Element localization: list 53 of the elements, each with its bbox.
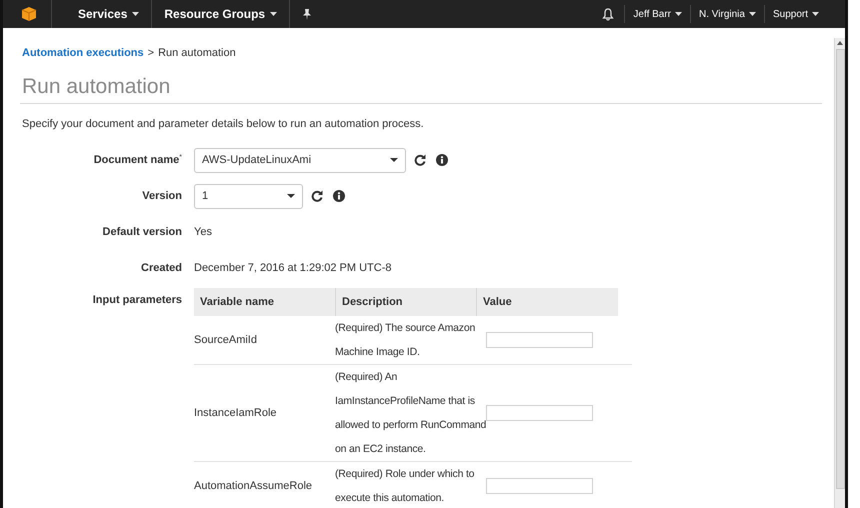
info-icon[interactable] (436, 154, 448, 166)
breadcrumb-separator: > (148, 46, 154, 61)
description-line: IamInstanceProfileName that is (335, 394, 475, 409)
scroll-up-icon[interactable] (837, 41, 843, 45)
info-icon[interactable] (333, 190, 345, 202)
support-menu[interactable]: Support (764, 5, 827, 23)
description-line: (Required) Role under which to (335, 467, 474, 482)
description-line: (Required) An (335, 370, 398, 385)
region-menu[interactable]: N. Virginia (691, 5, 765, 23)
description-line: execute this automation. (335, 491, 444, 506)
value-input[interactable] (486, 405, 593, 421)
user-menu[interactable]: Jeff Barr (625, 5, 692, 23)
description-line: (Required) The source Amazon (335, 321, 476, 336)
description-line: Machine Image ID. (335, 345, 420, 360)
column-header: Value (483, 294, 512, 310)
column-header: Variable name (200, 294, 274, 310)
caret-icon (812, 12, 819, 16)
field-value: December 7, 2016 at 1:29:02 PM UTC-8 (194, 260, 392, 276)
value-input[interactable] (486, 332, 593, 348)
field-label: Document name$^{*}$ (92, 152, 183, 168)
table-cell: SourceAmiId (194, 334, 257, 346)
column-header: Description (342, 294, 403, 310)
caret-icon (270, 12, 278, 16)
caret-icon (132, 12, 140, 16)
intro-text: Specify your document and parameter details below to run an automation process. (21, 116, 425, 132)
caret-icon (675, 12, 682, 16)
table-cell: InstanceIamRole (194, 406, 277, 419)
select-field[interactable]: AWS-UpdateLinuxAmi (194, 148, 406, 172)
cube-logo-icon[interactable] (21, 6, 37, 22)
field-label: Input parameters (92, 293, 183, 308)
select-field[interactable]: 1 (194, 184, 303, 208)
description-line: on an EC2 instance. (335, 442, 426, 457)
nav-menu[interactable]: Services (66, 0, 152, 28)
dropdown-caret-icon (287, 194, 295, 198)
scrollbar-thumb[interactable] (836, 49, 844, 489)
field-label: Version (141, 188, 183, 204)
pin-icon[interactable] (302, 8, 312, 20)
dropdown-caret-icon (390, 158, 398, 162)
field-label: Created (140, 260, 183, 276)
breadcrumb-current: Run automation (158, 46, 236, 61)
field-value: Yes (194, 224, 212, 240)
table-cell: AutomationAssumeRole (194, 480, 312, 492)
refresh-icon[interactable] (311, 190, 323, 202)
breadcrumb-link[interactable]: Automation executions (22, 45, 144, 62)
value-input[interactable] (486, 478, 593, 494)
page-title: Run automation (21, 74, 172, 100)
nav-menu[interactable]: Resource Groups (152, 0, 290, 28)
refresh-icon[interactable] (414, 154, 426, 166)
caret-icon (748, 12, 756, 16)
description-line: allowed to perform RunCommand (335, 418, 486, 433)
scrollbar[interactable] (834, 38, 845, 508)
field-label: Default version (102, 224, 183, 240)
bell-icon[interactable] (602, 8, 614, 20)
